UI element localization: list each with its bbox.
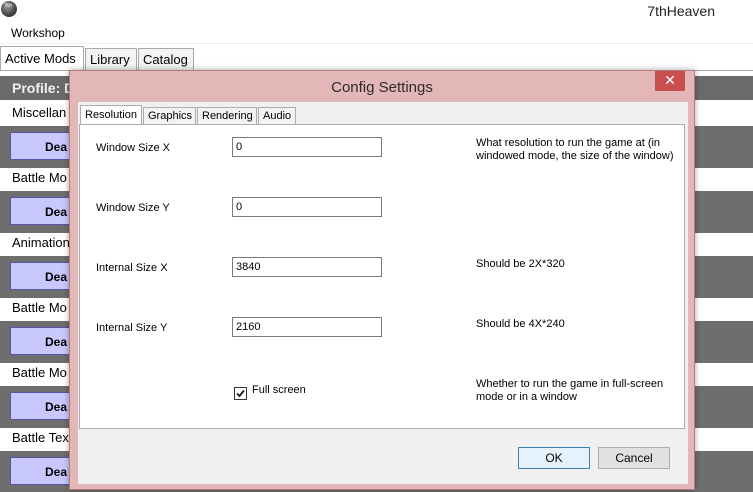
tab-audio[interactable]: Audio [258, 107, 296, 125]
window-size-y-field[interactable] [232, 197, 382, 217]
app-logo-text: 7th [4, 3, 13, 9]
tab-resolution[interactable]: Resolution [80, 105, 142, 126]
menu-item-workshop[interactable]: Workshop [11, 26, 65, 40]
app-titlebar: 7th 7thHeaven [0, 0, 753, 22]
fullscreen-checkbox[interactable] [234, 387, 247, 400]
resolution-panel: Window Size X What resolution to run the… [79, 124, 685, 429]
window-size-x-field[interactable] [232, 137, 382, 157]
app-title: 7thHeaven [647, 3, 715, 19]
window-size-x-label: Window Size X [96, 142, 170, 154]
internal-size-x-help: Should be 2X*320 [476, 258, 565, 270]
category-label: Battle Tex [12, 430, 69, 445]
tab-active-mods[interactable]: Active Mods [0, 46, 84, 72]
close-button[interactable]: ✕ [655, 71, 685, 91]
tab-catalog[interactable]: Catalog [138, 48, 194, 70]
fullscreen-label[interactable]: Full screen [252, 384, 306, 396]
category-label: Animation [12, 235, 70, 250]
ok-button[interactable]: OK [518, 447, 590, 469]
category-label: Battle Mo [12, 365, 67, 380]
category-label: Miscellan [12, 105, 67, 120]
dialog-title: Config Settings [331, 79, 433, 96]
dialog-client: Resolution Graphics Rendering Audio Wind… [78, 102, 688, 484]
category-label: Battle Mo [12, 300, 67, 315]
window-size-y-label: Window Size Y [96, 202, 170, 214]
internal-size-x-field[interactable] [232, 257, 382, 277]
internal-size-y-help: Should be 4X*240 [476, 318, 565, 330]
internal-size-y-label: Internal Size Y [96, 322, 168, 334]
app-logo-icon: 7th [1, 1, 17, 17]
window-size-x-help: What resolution to run the game at (in w… [476, 137, 674, 162]
cancel-button[interactable]: Cancel [598, 447, 670, 469]
tab-library[interactable]: Library [85, 48, 137, 70]
menu-bar: Workshop [0, 22, 753, 44]
internal-size-x-label: Internal Size X [96, 262, 168, 274]
category-label: Battle Mo [12, 170, 67, 185]
tab-graphics[interactable]: Graphics [143, 107, 196, 125]
internal-size-y-field[interactable] [232, 317, 382, 337]
fullscreen-help: Whether to run the game in full-screen m… [476, 378, 664, 403]
checkmark-icon [236, 389, 245, 398]
config-settings-dialog: Config Settings ✕ Resolution Graphics Re… [69, 70, 695, 490]
tab-rendering[interactable]: Rendering [197, 107, 257, 125]
close-icon: ✕ [664, 73, 676, 89]
